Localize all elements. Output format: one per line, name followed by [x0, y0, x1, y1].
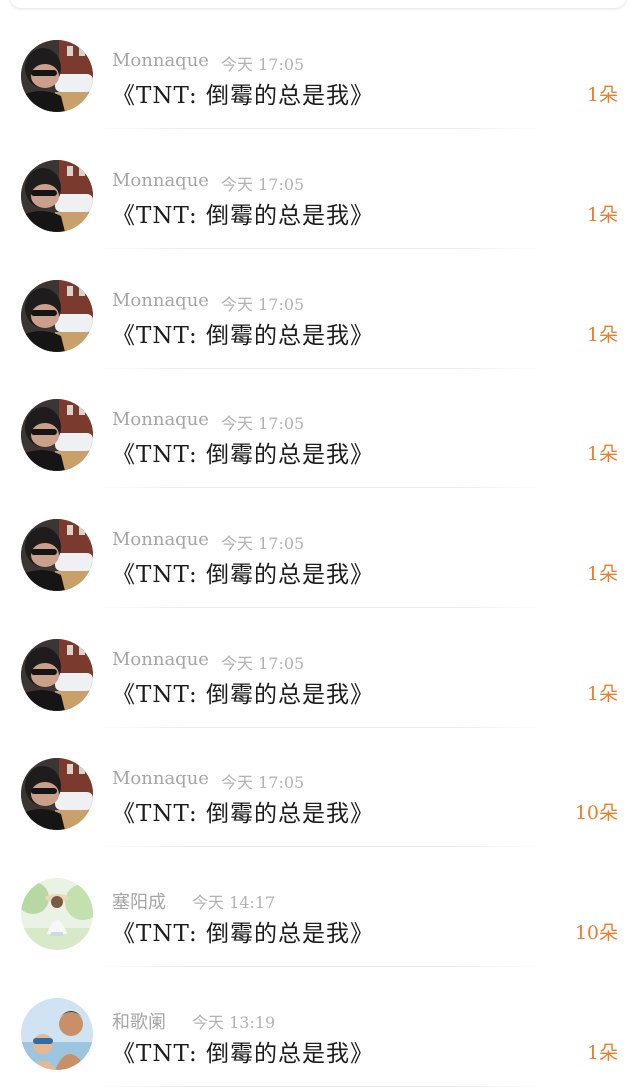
avatar[interactable]	[21, 878, 93, 950]
avatar[interactable]	[21, 399, 93, 471]
book-title[interactable]: 《TNT: 倒霉的总是我》	[112, 555, 374, 589]
flower-count: 1朵	[586, 324, 618, 346]
flower-count: 1朵	[586, 1042, 618, 1064]
flower-count: 1朵	[586, 443, 618, 465]
flower-count: 1朵	[586, 563, 618, 585]
avatar[interactable]	[21, 519, 93, 591]
row-divider	[96, 487, 544, 488]
gift-time: 今天 17:05	[221, 654, 305, 673]
sender-name[interactable]: 和歌阑	[112, 1008, 166, 1034]
gift-row[interactable]: Monnaque 今天 17:05 《TNT: 倒霉的总是我》 10朵	[0, 728, 640, 847]
sender-name[interactable]: Monnaque	[112, 170, 209, 191]
book-title[interactable]: 《TNT: 倒霉的总是我》	[112, 1034, 374, 1068]
gift-row[interactable]: Monnaque 今天 17:05 《TNT: 倒霉的总是我》 1朵	[0, 489, 640, 608]
gift-time: 今天 17:05	[221, 534, 305, 553]
flower-count: 1朵	[586, 84, 618, 106]
avatar[interactable]	[21, 280, 93, 352]
book-title[interactable]: 《TNT: 倒霉的总是我》	[112, 914, 374, 948]
flower-count: 1朵	[586, 683, 618, 705]
book-title[interactable]: 《TNT: 倒霉的总是我》	[112, 316, 374, 350]
avatar[interactable]	[21, 40, 93, 112]
sender-name[interactable]: Monnaque	[112, 768, 209, 789]
gift-row[interactable]: Monnaque 今天 17:05 《TNT: 倒霉的总是我》 1朵	[0, 10, 640, 129]
top-card-edge	[10, 0, 626, 8]
flower-count: 1朵	[586, 204, 618, 226]
flower-count: 10朵	[574, 802, 618, 824]
sender-name[interactable]: Monnaque	[112, 529, 209, 550]
gift-time: 今天 17:05	[221, 55, 305, 74]
row-divider	[96, 846, 544, 847]
sender-name[interactable]: Monnaque	[112, 50, 209, 71]
gift-list-screen: Monnaque 今天 17:05 《TNT: 倒霉的总是我》 1朵 Monnaque…	[0, 0, 640, 1090]
sender-name[interactable]: Monnaque	[112, 409, 209, 430]
row-divider	[96, 1086, 544, 1087]
row-divider	[96, 966, 544, 967]
row-divider	[96, 607, 544, 608]
book-title[interactable]: 《TNT: 倒霉的总是我》	[112, 435, 374, 469]
book-title[interactable]: 《TNT: 倒霉的总是我》	[112, 196, 374, 230]
row-divider	[96, 248, 544, 249]
avatar[interactable]	[21, 160, 93, 232]
book-title[interactable]: 《TNT: 倒霉的总是我》	[112, 675, 374, 709]
gift-row[interactable]: Monnaque 今天 17:05 《TNT: 倒霉的总是我》 1朵	[0, 130, 640, 249]
gift-time: 今天 17:05	[221, 414, 305, 433]
gift-time: 今天 17:05	[221, 295, 305, 314]
sender-name[interactable]: Monnaque	[112, 290, 209, 311]
gift-row[interactable]: 塞阳成 今天 14:17 《TNT: 倒霉的总是我》 10朵	[0, 848, 640, 967]
gift-row[interactable]: 和歌阑 今天 13:19 《TNT: 倒霉的总是我》 1朵	[0, 968, 640, 1087]
gift-row[interactable]: Monnaque 今天 17:05 《TNT: 倒霉的总是我》 1朵	[0, 609, 640, 728]
avatar[interactable]	[21, 639, 93, 711]
flower-count: 10朵	[574, 922, 618, 944]
book-title[interactable]: 《TNT: 倒霉的总是我》	[112, 794, 374, 828]
avatar[interactable]	[21, 998, 93, 1070]
avatar[interactable]	[21, 758, 93, 830]
row-divider	[96, 128, 544, 129]
gift-time: 今天 17:05	[221, 773, 305, 792]
sender-name[interactable]: 塞阳成	[112, 888, 166, 914]
gift-row[interactable]: Monnaque 今天 17:05 《TNT: 倒霉的总是我》 1朵	[0, 250, 640, 369]
book-title[interactable]: 《TNT: 倒霉的总是我》	[112, 76, 374, 110]
gift-time: 今天 14:17	[192, 893, 276, 912]
gift-row[interactable]: Monnaque 今天 17:05 《TNT: 倒霉的总是我》 1朵	[0, 369, 640, 488]
sender-name[interactable]: Monnaque	[112, 649, 209, 670]
gift-time: 今天 13:19	[192, 1013, 276, 1032]
gift-time: 今天 17:05	[221, 175, 305, 194]
